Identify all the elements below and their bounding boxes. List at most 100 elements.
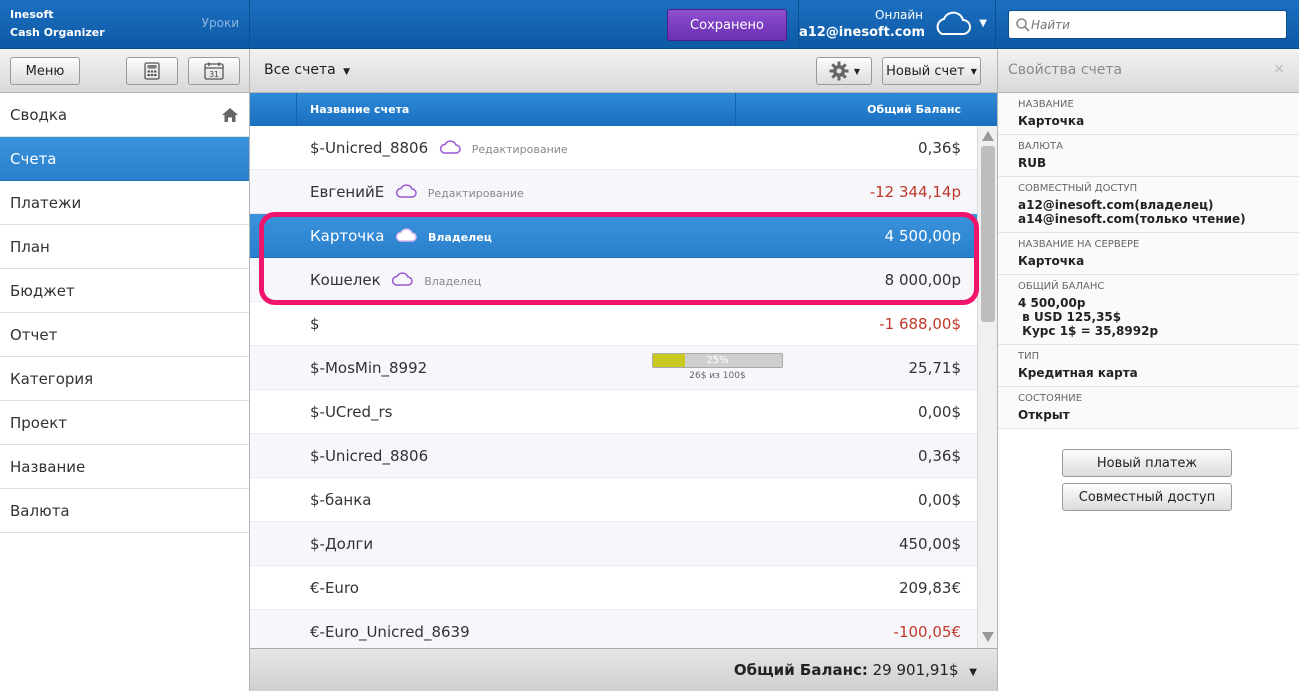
close-icon[interactable]: × (1273, 61, 1285, 77)
account-balance: 0,00$ (918, 491, 961, 509)
calendar-day: 31 (209, 70, 219, 79)
access-tag: Редактирование (471, 143, 568, 156)
saved-button[interactable]: Сохранено (667, 9, 787, 41)
scrollbar[interactable] (977, 126, 997, 648)
calendar-icon: 31 (204, 62, 224, 80)
table-row-selected[interactable]: Карточка Владелец 4 500,00р (250, 214, 977, 258)
property-value: Карточка (1018, 114, 1085, 128)
account-name: $-Unicred_8806 (310, 447, 429, 465)
account-balance: 8 000,00р (884, 271, 961, 289)
brand-area: Inesoft Cash Organizer Уроки (0, 0, 250, 49)
account-name: €-Euro_Unicred_8639 (310, 623, 470, 641)
cloud-icon (395, 184, 417, 198)
property-key: ТИП (1018, 351, 1040, 362)
cloud-icon (392, 272, 414, 286)
chevron-down-icon: ▼ (343, 67, 351, 77)
table-row[interactable]: $-Долги 450,00$ (250, 522, 977, 566)
column-header-balance[interactable]: Общий Баланс (867, 103, 961, 116)
sidebar-item-label: Сводка (10, 106, 68, 124)
row-name-cell: $-Unicred_8806 Редактирование (310, 139, 568, 157)
sidebar-item-label: Отчет (10, 326, 58, 344)
chevron-down-icon: ▼ (853, 66, 861, 76)
table-row[interactable]: $-Unicred_8806 Редактирование 0,36$ (250, 126, 977, 170)
progress-caption: 26$ из 100$ (689, 371, 746, 381)
toolbar-main: Все счета ▼ ▼ Новый счет ▼ (250, 49, 998, 93)
toolbar: Меню 31 Все счета ▼ ▼ Новый счет ▼ Свойс… (0, 49, 1299, 93)
sidebar-item-budget[interactable]: Бюджет (0, 269, 249, 313)
property-server-name: НАЗВАНИЕ НА СЕРВЕРЕ Карточка (998, 233, 1299, 275)
sidebar-item-accounts[interactable]: Счета (0, 137, 249, 181)
budget-progress-bar: 25% (652, 353, 783, 368)
total-balance-bar[interactable]: Общий Баланс: 29 901,91$ ▼ (250, 648, 997, 691)
calculator-button[interactable] (126, 57, 178, 85)
table-row[interactable]: $ -1 688,00$ (250, 302, 977, 346)
table-row[interactable]: €-Euro_Unicred_8639 -100,05€ (250, 610, 977, 648)
access-tag: Редактирование (427, 187, 524, 200)
accounts-panel: Название счета Общий Баланс $-Unicred_88… (250, 93, 998, 691)
account-balance: 0,36$ (918, 139, 961, 157)
scroll-up-arrow-icon[interactable] (980, 129, 996, 143)
column-header-name[interactable]: Название счета (310, 103, 409, 116)
sidebar-item-report[interactable]: Отчет (0, 313, 249, 357)
settings-button[interactable]: ▼ (816, 57, 872, 85)
new-payment-button[interactable]: Новый платеж (1062, 449, 1232, 477)
search-input[interactable] (1031, 14, 1281, 36)
property-total-balance: ОБЩИЙ БАЛАНС 4 500,00р в USD 125,35$ Кур… (998, 275, 1299, 345)
calendar-button[interactable]: 31 (188, 57, 240, 85)
home-icon[interactable] (221, 107, 239, 123)
property-status: СОСТОЯНИЕ Открыт (998, 387, 1299, 429)
property-key: НАЗВАНИЕ (1018, 99, 1074, 110)
user-email: a12@inesoft.com (798, 25, 925, 40)
table-row[interactable]: $-MosMin_8992 25% 26$ из 100$ 25,71$ (250, 346, 977, 390)
account-balance: 209,83€ (898, 579, 961, 597)
shared-access-button[interactable]: Совместный доступ (1062, 483, 1232, 511)
cloud-icon (396, 228, 417, 242)
cloud-icon (936, 11, 971, 35)
account-name: $-MosMin_8992 (310, 359, 428, 377)
row-name-cell: Кошелек Владелец (310, 271, 481, 289)
account-balance: 4 500,00р (884, 227, 961, 245)
sidebar-item-label: Название (10, 458, 86, 476)
property-key: ОБЩИЙ БАЛАНС (1018, 281, 1105, 292)
account-balance: 0,36$ (918, 447, 961, 465)
toolbar-properties: Свойства счета × (998, 49, 1299, 93)
sidebar-item-label: Проект (10, 414, 68, 432)
search-box[interactable] (1008, 10, 1287, 39)
scrollbar-thumb[interactable] (981, 146, 995, 322)
table-row[interactable]: €-Euro 209,83€ (250, 566, 977, 610)
new-account-button[interactable]: Новый счет ▼ (882, 57, 981, 85)
sidebar-item-plan[interactable]: План (0, 225, 249, 269)
table-row[interactable]: Кошелек Владелец 8 000,00р (250, 258, 977, 302)
sidebar-item-name[interactable]: Название (0, 445, 249, 489)
property-value: Кредитная карта (1018, 366, 1138, 380)
account-balance: 0,00$ (918, 403, 961, 421)
sidebar-item-project[interactable]: Проект (0, 401, 249, 445)
chevron-down-icon[interactable]: ▼ (969, 667, 977, 678)
progress-percent: 25% (706, 355, 729, 366)
table-row[interactable]: $-Unicred_8806 0,36$ (250, 434, 977, 478)
menu-button[interactable]: Меню (10, 57, 80, 85)
account-balance: -12 344,14р (869, 183, 961, 201)
account-menu[interactable]: Онлайн a12@inesoft.com ▼ (798, 0, 996, 49)
sidebar: Сводка Счета Платежи План Бюджет Отчет К… (0, 93, 250, 691)
chevron-down-icon: ▼ (970, 66, 977, 76)
table-row[interactable]: $-банка 0,00$ (250, 478, 977, 522)
sidebar-item-label: Категория (10, 370, 94, 388)
chevron-down-icon[interactable]: ▼ (979, 18, 987, 29)
account-filter-dropdown[interactable]: Все счета ▼ (264, 62, 350, 78)
sidebar-item-summary[interactable]: Сводка (0, 93, 249, 137)
table-row[interactable]: ЕвгенийЕ Редактирование -12 344,14р (250, 170, 977, 214)
sidebar-item-currency[interactable]: Валюта (0, 489, 249, 533)
property-key: СОСТОЯНИЕ (1018, 393, 1083, 404)
property-key: НАЗВАНИЕ НА СЕРВЕРЕ (1018, 239, 1140, 250)
table-header: Название счета Общий Баланс (250, 93, 997, 126)
lessons-link[interactable]: Уроки (202, 16, 239, 30)
property-shared-access: СОВМЕСТНЫЙ ДОСТУП a12@inesoft.com(владел… (998, 177, 1299, 233)
sidebar-item-category[interactable]: Категория (0, 357, 249, 401)
account-name: $-банка (310, 491, 372, 509)
sidebar-item-payments[interactable]: Платежи (0, 181, 249, 225)
sidebar-item-label: Валюта (10, 502, 70, 520)
scroll-down-arrow-icon[interactable] (980, 630, 996, 644)
account-name: Карточка (310, 227, 385, 245)
table-row[interactable]: $-UCred_rs 0,00$ (250, 390, 977, 434)
